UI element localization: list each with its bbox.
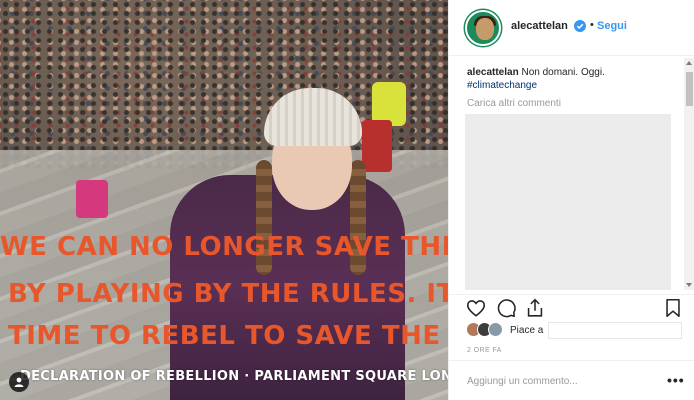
load-more-comments-button[interactable]: Carica altri commenti xyxy=(467,98,561,109)
verified-badge-icon xyxy=(574,20,586,32)
overlay-line-1: We can no longer save the world xyxy=(0,232,448,262)
more-options-icon[interactable]: ••• xyxy=(667,372,685,388)
action-bar xyxy=(449,294,694,320)
comments-section: alecattelan Non domani. Oggi. #climatech… xyxy=(449,56,694,294)
tagged-users-button[interactable] xyxy=(9,372,29,392)
liker-avatar xyxy=(488,322,503,337)
liker-avatars[interactable] xyxy=(466,322,506,338)
hashtag-link[interactable]: #climatechange xyxy=(467,79,677,92)
scroll-down-icon[interactable] xyxy=(686,283,692,287)
scrollbar-thumb[interactable] xyxy=(686,72,693,106)
overlay-line-3: time to rebel to save the future xyxy=(8,321,448,351)
caption-username[interactable]: alecattelan xyxy=(467,67,519,78)
scroll-up-icon[interactable] xyxy=(686,61,692,65)
bookmark-icon[interactable] xyxy=(662,297,684,319)
post-header: alecattelan • Segui xyxy=(449,0,694,56)
user-icon xyxy=(14,377,24,387)
likes-text: Piace a xyxy=(510,325,544,336)
comment-box: ••• xyxy=(449,360,694,400)
caption-text: Non domani. Oggi. xyxy=(521,67,605,78)
red-pants-figure xyxy=(362,120,392,172)
comments-list xyxy=(465,114,671,290)
username-link[interactable]: alecattelan xyxy=(511,20,568,32)
header-separator: • xyxy=(590,19,594,31)
share-icon[interactable] xyxy=(524,297,546,319)
avatar[interactable] xyxy=(465,10,501,46)
comment-input[interactable] xyxy=(467,373,647,389)
scrollbar[interactable] xyxy=(684,58,694,290)
post-image[interactable]: We can no longer save the world by playi… xyxy=(0,0,448,400)
avatar-face xyxy=(476,18,494,40)
likes-redacted-box xyxy=(548,322,682,339)
post-caption: alecattelan Non domani. Oggi. #climatech… xyxy=(467,66,677,92)
likes-row: Piace a xyxy=(449,320,694,342)
overlay-line-2: by playing by the rules. It's xyxy=(8,279,448,309)
post-sidebar: alecattelan • Segui alecattelan Non doma… xyxy=(448,0,694,400)
pink-bag xyxy=(76,180,108,218)
follow-button[interactable]: Segui xyxy=(597,20,627,32)
overlay-caption: DECLARATION OF REBELLION · PARLIAMENT SQ… xyxy=(20,369,448,384)
post-timestamp[interactable]: 2 ORE FA xyxy=(467,347,502,354)
heart-icon[interactable] xyxy=(465,297,487,319)
comment-icon[interactable] xyxy=(495,297,517,319)
